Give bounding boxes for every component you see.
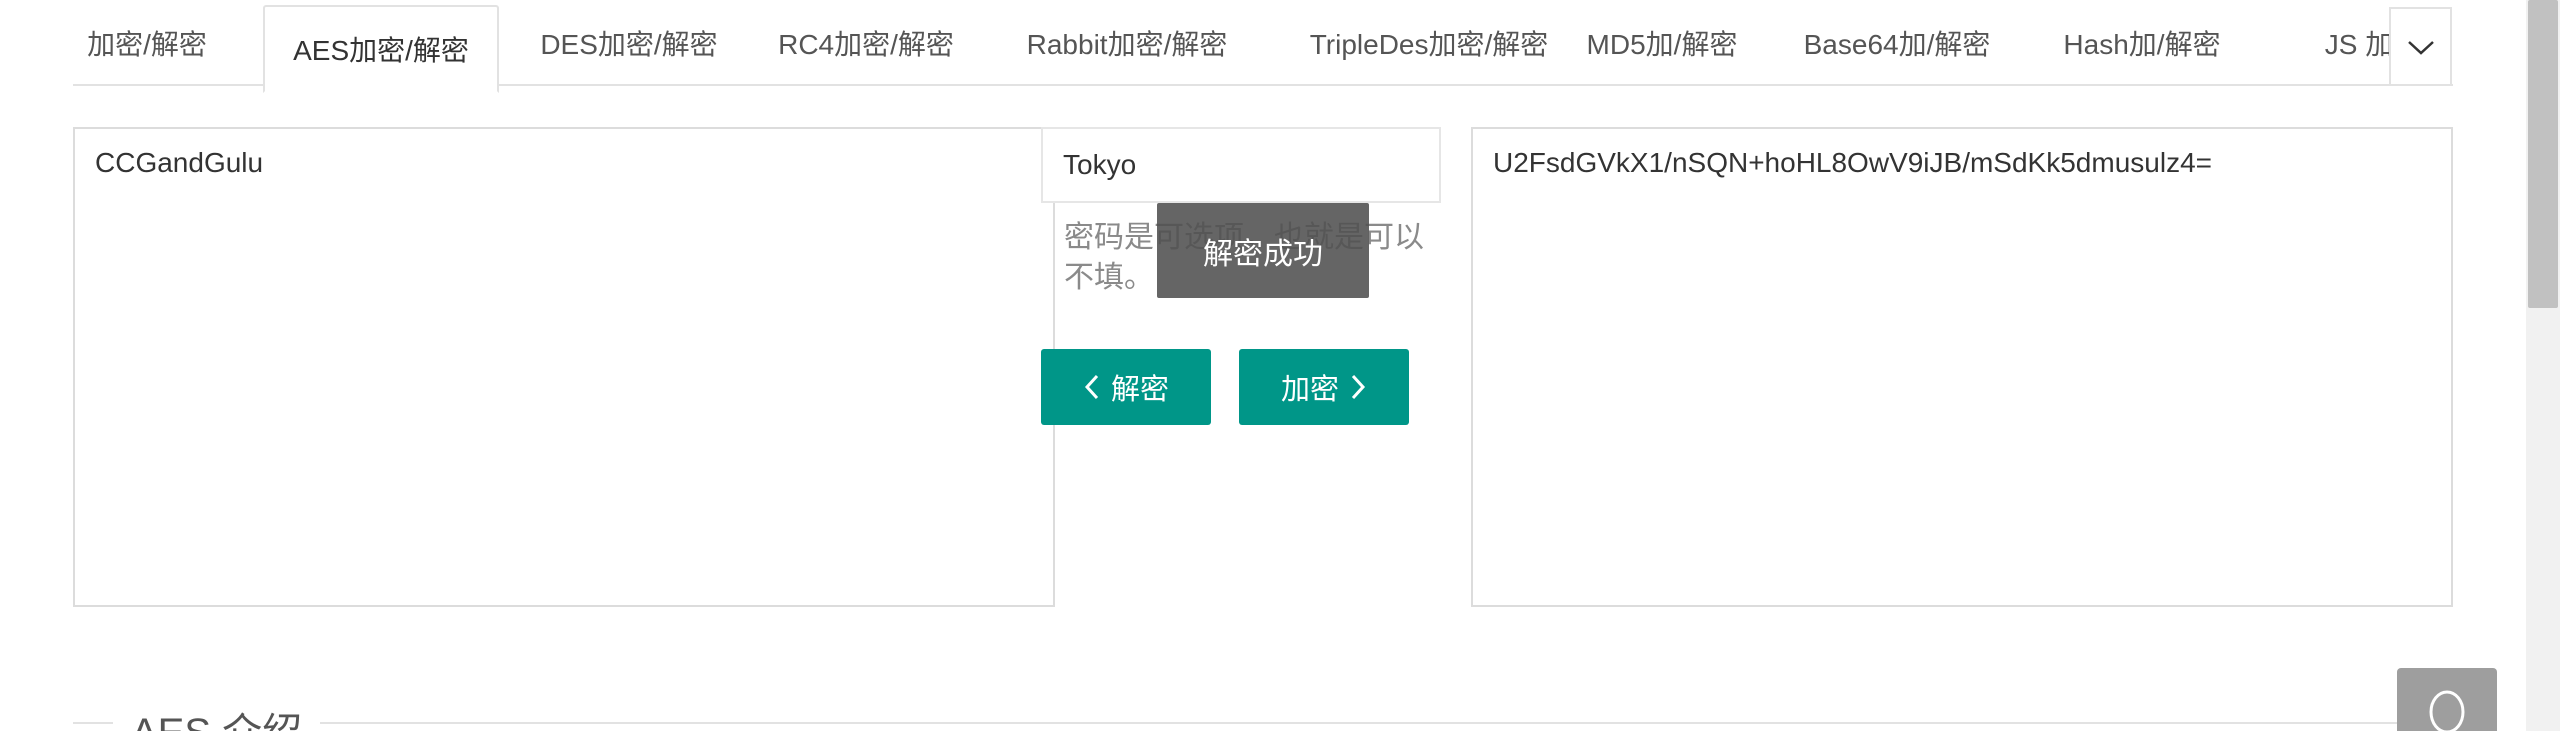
support-chat-icon [2429, 690, 2465, 731]
tab-md5[interactable]: MD5加/解密 [1545, 0, 1779, 86]
tab-encrypt-decrypt[interactable]: 加密/解密 [73, 0, 221, 86]
support-chat-button[interactable] [2397, 668, 2497, 731]
chevron-right-icon [1351, 374, 1366, 400]
tab-more-button[interactable] [2389, 7, 2452, 86]
tab-js-encrypt[interactable]: JS 加密 [2223, 0, 2523, 86]
plaintext-input[interactable] [73, 127, 1055, 607]
tab-aes[interactable]: AES加密/解密 [263, 5, 499, 93]
page-scrollbar-thumb[interactable] [2528, 0, 2558, 308]
section-title: AES 介绍 [113, 700, 321, 731]
chevron-left-icon [1084, 374, 1099, 400]
ciphertext-output[interactable] [1471, 127, 2453, 607]
encrypt-button-label: 加密 [1280, 374, 1339, 406]
tool-tab-bar: 加密/解密 AES加密/解密 DES加密/解密 RC4加密/解密 Rabbit加… [73, 0, 2453, 93]
tab-rabbit[interactable]: Rabbit加密/解密 [990, 0, 1264, 86]
page: 加密/解密 AES加密/解密 DES加密/解密 RC4加密/解密 Rabbit加… [0, 0, 2560, 731]
decrypt-button-label: 解密 [1110, 374, 1169, 406]
tab-base64[interactable]: Base64加/解密 [1752, 0, 2042, 86]
chevron-down-icon [2407, 40, 2434, 55]
password-input[interactable] [1041, 127, 1441, 203]
encrypt-button[interactable]: 加密 [1239, 349, 1409, 425]
tab-rc4[interactable]: RC4加密/解密 [756, 0, 976, 86]
status-toast: 解密成功 [1157, 203, 1369, 298]
decrypt-button[interactable]: 解密 [1041, 349, 1211, 425]
tab-des[interactable]: DES加密/解密 [511, 0, 747, 86]
section-divider [73, 722, 2453, 724]
